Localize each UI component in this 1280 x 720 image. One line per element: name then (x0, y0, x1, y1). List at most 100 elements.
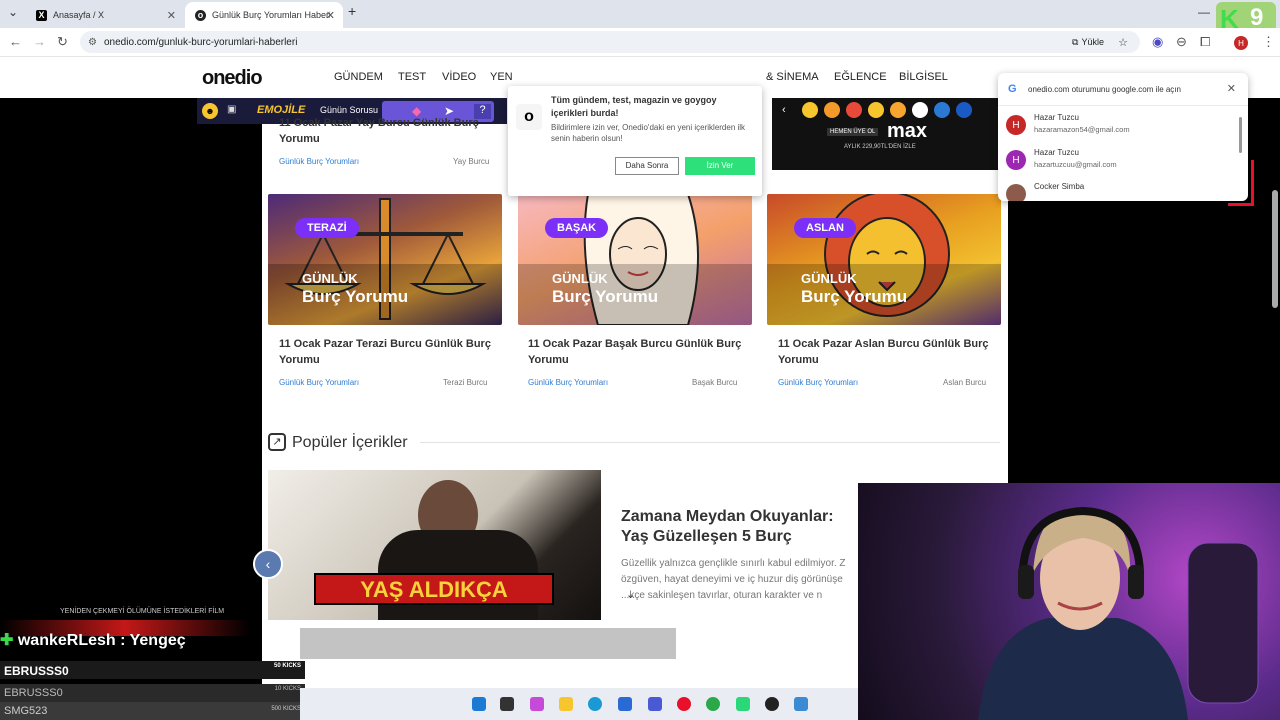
reload-icon[interactable]: ↻ (57, 34, 68, 50)
chevron-down-icon[interactable]: ⌄ (626, 588, 635, 601)
divider (420, 442, 1000, 443)
card-category-link[interactable]: Günlük Burç Yorumları (778, 378, 858, 387)
chat-username: wankeRLesh (17, 632, 116, 649)
account-option[interactable]: H Hazar Tuzcu hazaramazon54@gmail.com (1006, 111, 1236, 141)
obs-icon[interactable] (765, 697, 779, 711)
emoji-icon[interactable] (846, 102, 862, 118)
nav-sinema[interactable]: & SİNEMA (766, 71, 819, 83)
overlay-line: Burç Yorumu (552, 287, 659, 306)
extension-icon[interactable]: ◉ (1152, 34, 1163, 50)
carousel-prev-button[interactable]: ‹ (253, 549, 283, 579)
emoji-icon[interactable] (890, 102, 906, 118)
chevron-left-icon[interactable]: ‹ (782, 104, 786, 116)
card-title-basak[interactable]: 11 Ocak Pazar Başak Burcu Günlük Burç Yo… (528, 336, 748, 368)
card-category-link[interactable]: Günlük Burç Yorumları (528, 378, 608, 387)
nav-bilgisel[interactable]: BİLGİSEL (899, 71, 948, 83)
emoji-icon[interactable] (802, 102, 818, 118)
allow-button[interactable]: İzin Ver (685, 157, 755, 175)
emoji-icon[interactable] (868, 102, 884, 118)
menu-kebab-icon[interactable]: ⋮ (1262, 34, 1275, 50)
trending-icon: ↗ (268, 433, 286, 451)
donor-name: EBRUSSS0 (4, 664, 69, 678)
hero-overlay-text: GÜNLÜK Burç Yorumu (302, 270, 408, 306)
profile-avatar[interactable]: H (1234, 36, 1248, 50)
ad-cta[interactable]: HEMEN ÜYE OL (827, 128, 879, 136)
opera-icon[interactable] (677, 697, 691, 711)
hero-card-basak[interactable]: BAŞAK GÜNLÜK Burç Yorumu (518, 194, 752, 325)
bookmark-star-icon[interactable]: ☆ (1118, 36, 1128, 49)
zodiac-pill: ASLAN (794, 218, 856, 238)
emoji-icon[interactable] (824, 102, 840, 118)
page-scrollbar[interactable] (1272, 190, 1278, 308)
address-toolbar: ← → ↻ ⚙ onedio.com/gunluk-burc-yorumlari… (0, 28, 1280, 57)
card-tag[interactable]: Aslan Burcu (943, 378, 986, 387)
extension-icon[interactable]: ⊖ (1176, 34, 1187, 50)
article-image[interactable]: YAŞ ALDIKÇA (268, 470, 601, 620)
edge-icon[interactable] (588, 697, 602, 711)
app-icon[interactable] (736, 697, 750, 711)
site-info-icon[interactable]: ⚙ (88, 37, 97, 48)
account-name: Hazar Tuzcu (1034, 113, 1079, 122)
overlay-line: Burç Yorumu (801, 287, 908, 306)
notification-permission-popup: o Tüm gündem, test, magazin ve goygoy iç… (508, 86, 762, 196)
daily-question-label[interactable]: Günün Sorusu (320, 105, 378, 115)
windows-start-icon[interactable] (472, 697, 486, 711)
close-icon[interactable]: ✕ (167, 9, 176, 22)
account-option[interactable]: H Hazar Tuzcu hazartuzcuu@gmail.com (1006, 146, 1236, 176)
card-title-aslan[interactable]: 11 Ocak Pazar Aslan Burcu Günlük Burç Yo… (778, 336, 998, 368)
article-description: Güzellik yalnızca gençlikle sınırlı kabu… (621, 558, 846, 601)
overlay-line: GÜNLÜK (801, 271, 857, 286)
avatar (1006, 184, 1026, 201)
onedio-logo[interactable]: onedio (202, 67, 263, 90)
card-title-yay[interactable]: 11 Ocak Pazar Yay Burcu Günlük Burç Yoru… (279, 115, 499, 147)
emoji-smile-icon[interactable]: ☻ (202, 103, 218, 119)
emoji-icon[interactable] (956, 102, 972, 118)
card-tag[interactable]: Terazi Burcu (443, 378, 487, 387)
close-icon[interactable]: ✕ (326, 9, 335, 22)
task-view-icon[interactable] (500, 697, 514, 711)
hero-card-aslan[interactable]: ASLAN GÜNLÜK Burç Yorumu (767, 194, 1001, 325)
overlay-line: GÜNLÜK (302, 271, 358, 286)
copilot-icon[interactable] (530, 697, 544, 711)
url-bar[interactable]: ⚙ onedio.com/gunluk-burc-yorumlari-haber… (80, 31, 1140, 53)
nav-test[interactable]: TEST (398, 71, 426, 83)
back-icon[interactable]: ← (9, 34, 22, 49)
app-icon[interactable] (648, 697, 662, 711)
forward-icon[interactable]: → (33, 34, 46, 49)
chrome-icon[interactable] (706, 697, 720, 711)
gamepad-icon[interactable]: ▣ (227, 104, 236, 115)
later-button[interactable]: Daha Sonra (615, 157, 679, 175)
max-ad-banner[interactable]: ‹ HEMEN ÜYE OL max AYLIK 229,90TL'DEN İZ… (772, 98, 1000, 170)
scrollbar[interactable] (1239, 117, 1242, 153)
card-category-link[interactable]: Günlük Burç Yorumları (279, 378, 359, 387)
popular-heading: Popüler İçerikler (292, 434, 408, 451)
nav-gundem[interactable]: GÜNDEM (334, 71, 383, 83)
file-explorer-icon[interactable] (559, 697, 573, 711)
nav-eglence[interactable]: EĞLENCE (834, 71, 887, 83)
minimize-icon[interactable]: — (1198, 5, 1210, 19)
close-icon[interactable]: ✕ (1227, 82, 1236, 95)
nav-video[interactable]: VİDEO (442, 71, 476, 83)
account-option[interactable]: Cocker Simba (1006, 180, 1236, 201)
app-icon[interactable] (794, 697, 808, 711)
extensions-puzzle-icon[interactable]: ⧠ (1200, 34, 1210, 50)
tab-x-home[interactable]: X Anasayfa / X ✕ (26, 2, 184, 28)
card-tag[interactable]: Yay Burcu (453, 157, 489, 166)
tab-label: Günlük Burç Yorumları Haberle (212, 10, 330, 20)
hero-card-terazi[interactable]: TERAZİ GÜNLÜK Burç Yorumu (268, 194, 502, 325)
store-icon[interactable] (618, 697, 632, 711)
avatar: H (1006, 115, 1026, 135)
tab-onedio[interactable]: o Günlük Burç Yorumları Haberle ✕ (185, 2, 343, 28)
emoji-icon[interactable] (934, 102, 950, 118)
card-category-link[interactable]: Günlük Burç Yorumları (279, 157, 359, 166)
new-tab-button[interactable]: + (348, 3, 356, 19)
hero-overlay-text: GÜNLÜK Burç Yorumu (552, 270, 658, 306)
install-label: Yükle (1081, 37, 1104, 47)
tab-search-icon[interactable]: ⌄ (8, 5, 18, 19)
card-title-terazi[interactable]: 11 Ocak Pazar Terazi Burcu Günlük Burç Y… (279, 336, 499, 368)
article-title[interactable]: Zamana Meydan Okuyanlar: Yaş Güzelleşen … (621, 507, 857, 547)
card-tag[interactable]: Başak Burcu (692, 378, 737, 387)
nav-yeni[interactable]: YEN (490, 71, 513, 83)
install-button[interactable]: ⧉ Yükle (1072, 37, 1104, 48)
emoji-icon[interactable] (912, 102, 928, 118)
